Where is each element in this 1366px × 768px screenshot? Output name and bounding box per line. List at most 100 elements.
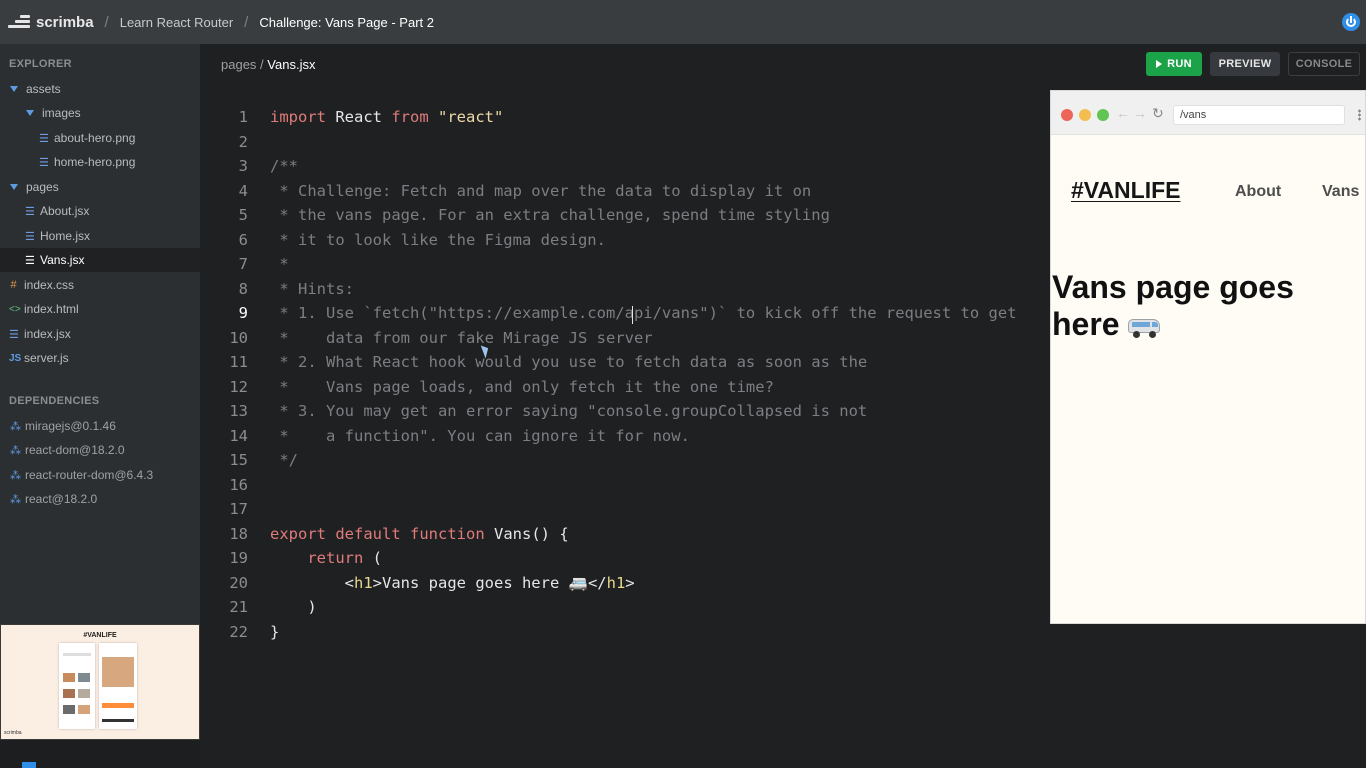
folder-assets[interactable]: assets bbox=[0, 77, 200, 101]
dependency-label: react-dom@18.2.0 bbox=[25, 443, 125, 457]
line-number: 5 bbox=[238, 206, 248, 224]
line-text[interactable]: import React from "react" bbox=[270, 105, 503, 129]
top-bar: scrimba / Learn React Router / Challenge… bbox=[0, 0, 1366, 44]
path-folder[interactable]: pages bbox=[221, 57, 256, 72]
tree-label: index.html bbox=[24, 302, 79, 316]
file-icon: ☰ bbox=[39, 156, 49, 169]
preview-label: PREVIEW bbox=[1218, 58, 1272, 70]
chevron-down-icon bbox=[10, 86, 18, 92]
folder-pages[interactable]: pages bbox=[0, 175, 200, 199]
line-text[interactable]: return ( bbox=[270, 546, 382, 570]
breadcrumb-course[interactable]: Learn React Router bbox=[120, 15, 233, 30]
folder-images[interactable]: images bbox=[0, 101, 200, 125]
breadcrumb-lesson: Challenge: Vans Page - Part 2 bbox=[259, 14, 434, 30]
line-text[interactable]: <h1>Vans page goes here 🚐</h1> bbox=[270, 571, 635, 595]
package-icon: ⁂ bbox=[10, 469, 21, 482]
file-index-html[interactable]: <> index.html bbox=[0, 297, 200, 321]
layout-icon[interactable] bbox=[22, 762, 36, 768]
dependency-item[interactable]: ⁂ react-router-dom@6.4.3 bbox=[0, 463, 200, 487]
file-about-jsx[interactable]: ☰ About.jsx bbox=[0, 199, 200, 223]
line-number: 22 bbox=[229, 622, 248, 641]
explorer-heading: EXPLORER bbox=[9, 58, 72, 70]
url-bar[interactable]: /vans bbox=[1173, 105, 1345, 125]
breadcrumb-separator: / bbox=[244, 13, 249, 31]
line-text[interactable]: /** bbox=[270, 154, 298, 178]
package-icon: ⁂ bbox=[10, 420, 21, 433]
line-number: 17 bbox=[229, 500, 248, 518]
close-window-icon[interactable] bbox=[1061, 109, 1073, 121]
line-number: 11 bbox=[229, 353, 248, 371]
line-text[interactable]: * a function". You can ignore it for now… bbox=[270, 424, 690, 448]
line-number: 18 bbox=[229, 524, 248, 543]
line-text[interactable]: } bbox=[270, 620, 279, 644]
console-button[interactable]: CONSOLE bbox=[1288, 52, 1360, 76]
file-icon: ☰ bbox=[25, 254, 35, 267]
vanlife-logo[interactable]: #VANLIFE bbox=[1071, 177, 1180, 204]
line-text[interactable]: * Challenge: Fetch and map over the data… bbox=[270, 179, 811, 203]
file-index-css[interactable]: # index.css bbox=[0, 273, 200, 297]
breadcrumb-separator: / bbox=[104, 13, 109, 31]
scrimba-logo[interactable]: scrimba bbox=[8, 14, 94, 31]
maximize-window-icon[interactable] bbox=[1097, 109, 1109, 121]
power-icon[interactable] bbox=[1342, 13, 1360, 31]
tree-label: server.js bbox=[24, 351, 69, 365]
line-text[interactable]: * it to look like the Figma design. bbox=[270, 228, 606, 252]
package-icon: ⁂ bbox=[10, 493, 21, 506]
line-number: 15 bbox=[229, 451, 248, 469]
line-number: 16 bbox=[229, 475, 248, 494]
line-text[interactable]: * 2. What React hook would you use to fe… bbox=[270, 350, 867, 374]
chevron-down-icon bbox=[26, 110, 34, 116]
js-file-icon: JS bbox=[9, 352, 22, 364]
line-text[interactable]: * the vans page. For an extra challenge,… bbox=[270, 203, 830, 227]
file-server-js[interactable]: JS server.js bbox=[0, 346, 200, 370]
line-number: 2 bbox=[238, 132, 248, 151]
thumbnail-brand: scrimba bbox=[4, 730, 22, 736]
file-vans-jsx[interactable]: ☰ Vans.jsx bbox=[0, 248, 200, 272]
line-text[interactable]: * data from our fake Mirage JS server bbox=[270, 326, 652, 350]
file-icon: ☰ bbox=[9, 328, 19, 341]
bottom-bar bbox=[0, 740, 200, 768]
file-home-hero[interactable]: ☰ home-hero.png bbox=[0, 150, 200, 174]
line-text[interactable]: * Hints: bbox=[270, 277, 354, 301]
package-icon: ⁂ bbox=[10, 444, 21, 457]
tree-label: home-hero.png bbox=[54, 155, 136, 169]
figma-design-thumbnail[interactable]: #VANLIFE scrimba bbox=[0, 624, 200, 740]
line-number: 6 bbox=[238, 230, 248, 249]
more-options-icon[interactable] bbox=[1358, 109, 1361, 121]
line-number: 21 bbox=[229, 598, 248, 616]
tree-label: assets bbox=[26, 82, 61, 96]
thumbnail-card bbox=[59, 643, 95, 729]
dependency-item[interactable]: ⁂ react-dom@18.2.0 bbox=[0, 438, 200, 462]
line-number: 1 bbox=[238, 108, 248, 126]
chevron-down-icon bbox=[10, 184, 18, 190]
nav-link-vans[interactable]: Vans bbox=[1322, 183, 1359, 201]
path-file: Vans.jsx bbox=[267, 57, 316, 72]
minimize-window-icon[interactable] bbox=[1079, 109, 1091, 121]
back-arrow-icon[interactable]: ← bbox=[1116, 105, 1130, 121]
line-text[interactable]: * 3. You may get an error saying "consol… bbox=[270, 399, 867, 423]
file-home-jsx[interactable]: ☰ Home.jsx bbox=[0, 224, 200, 248]
forward-arrow-icon[interactable]: → bbox=[1133, 105, 1147, 121]
reload-icon[interactable]: ↻ bbox=[1152, 105, 1164, 122]
dependency-item[interactable]: ⁂ react@18.2.0 bbox=[0, 487, 200, 511]
line-text[interactable]: * 1. Use `fetch("https://example.com/api… bbox=[270, 301, 1016, 325]
file-about-hero[interactable]: ☰ about-hero.png bbox=[0, 126, 200, 150]
preview-window[interactable]: ← → ↻ /vans #VANLIFE About Vans Vans pag… bbox=[1050, 90, 1366, 624]
line-number: 19 bbox=[229, 549, 248, 567]
nav-link-about[interactable]: About bbox=[1235, 183, 1281, 201]
html-file-icon: <> bbox=[9, 303, 21, 315]
tree-label: pages bbox=[26, 180, 59, 194]
line-text[interactable]: * bbox=[270, 252, 288, 276]
dependency-item[interactable]: ⁂ miragejs@0.1.46 bbox=[0, 414, 200, 438]
line-text[interactable]: */ bbox=[270, 448, 298, 472]
line-number: 9 bbox=[238, 304, 248, 322]
run-button[interactable]: RUN bbox=[1146, 52, 1202, 76]
line-number: 20 bbox=[229, 573, 248, 592]
file-index-jsx[interactable]: ☰ index.jsx bbox=[0, 322, 200, 346]
file-icon: ☰ bbox=[25, 230, 35, 243]
line-number: 12 bbox=[229, 377, 248, 396]
line-text[interactable]: * Vans page loads, and only fetch it the… bbox=[270, 375, 774, 399]
line-text[interactable]: ) bbox=[270, 595, 316, 619]
line-text[interactable]: export default function Vans() { bbox=[270, 522, 569, 546]
preview-button[interactable]: PREVIEW bbox=[1210, 52, 1280, 76]
